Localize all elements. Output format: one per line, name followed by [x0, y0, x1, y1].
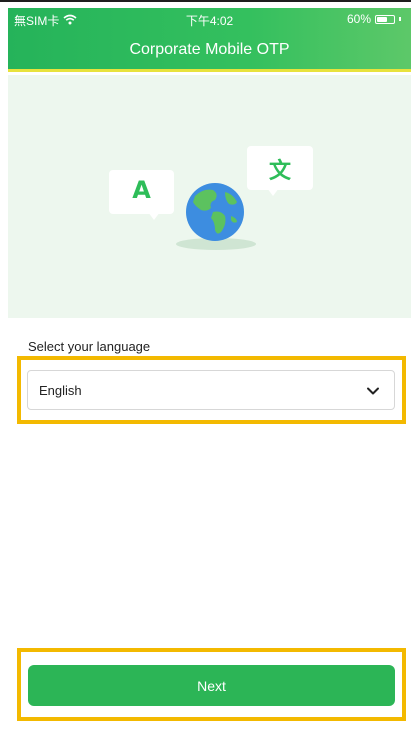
- page-title: Corporate Mobile OTP: [129, 41, 290, 58]
- next-highlight-frame: [17, 648, 406, 721]
- battery-tip: [399, 17, 401, 21]
- language-label: Select your language: [28, 339, 151, 354]
- battery-icon: [375, 14, 395, 24]
- speech-bubble-a: A: [109, 170, 174, 214]
- speech-bubble-b-tail: [267, 188, 279, 196]
- battery-percent: 60%: [346, 12, 371, 26]
- language-illustration: A 文: [8, 75, 411, 318]
- select-highlight-frame: [17, 356, 406, 424]
- status-bar: 無SIM卡 下午4:02 60%: [8, 8, 411, 30]
- chinese-character-icon: 文: [268, 159, 291, 184]
- status-right: 60%: [347, 12, 401, 26]
- top-border: [0, 0, 411, 2]
- globe-icon: [185, 182, 245, 242]
- speech-bubble-a-tail: [148, 212, 160, 220]
- app-header: 無SIM卡 下午4:02 60% Corporate Mobile OTP: [8, 8, 411, 72]
- speech-bubble-b: 文: [247, 146, 313, 190]
- latin-letter-icon: A: [132, 176, 151, 204]
